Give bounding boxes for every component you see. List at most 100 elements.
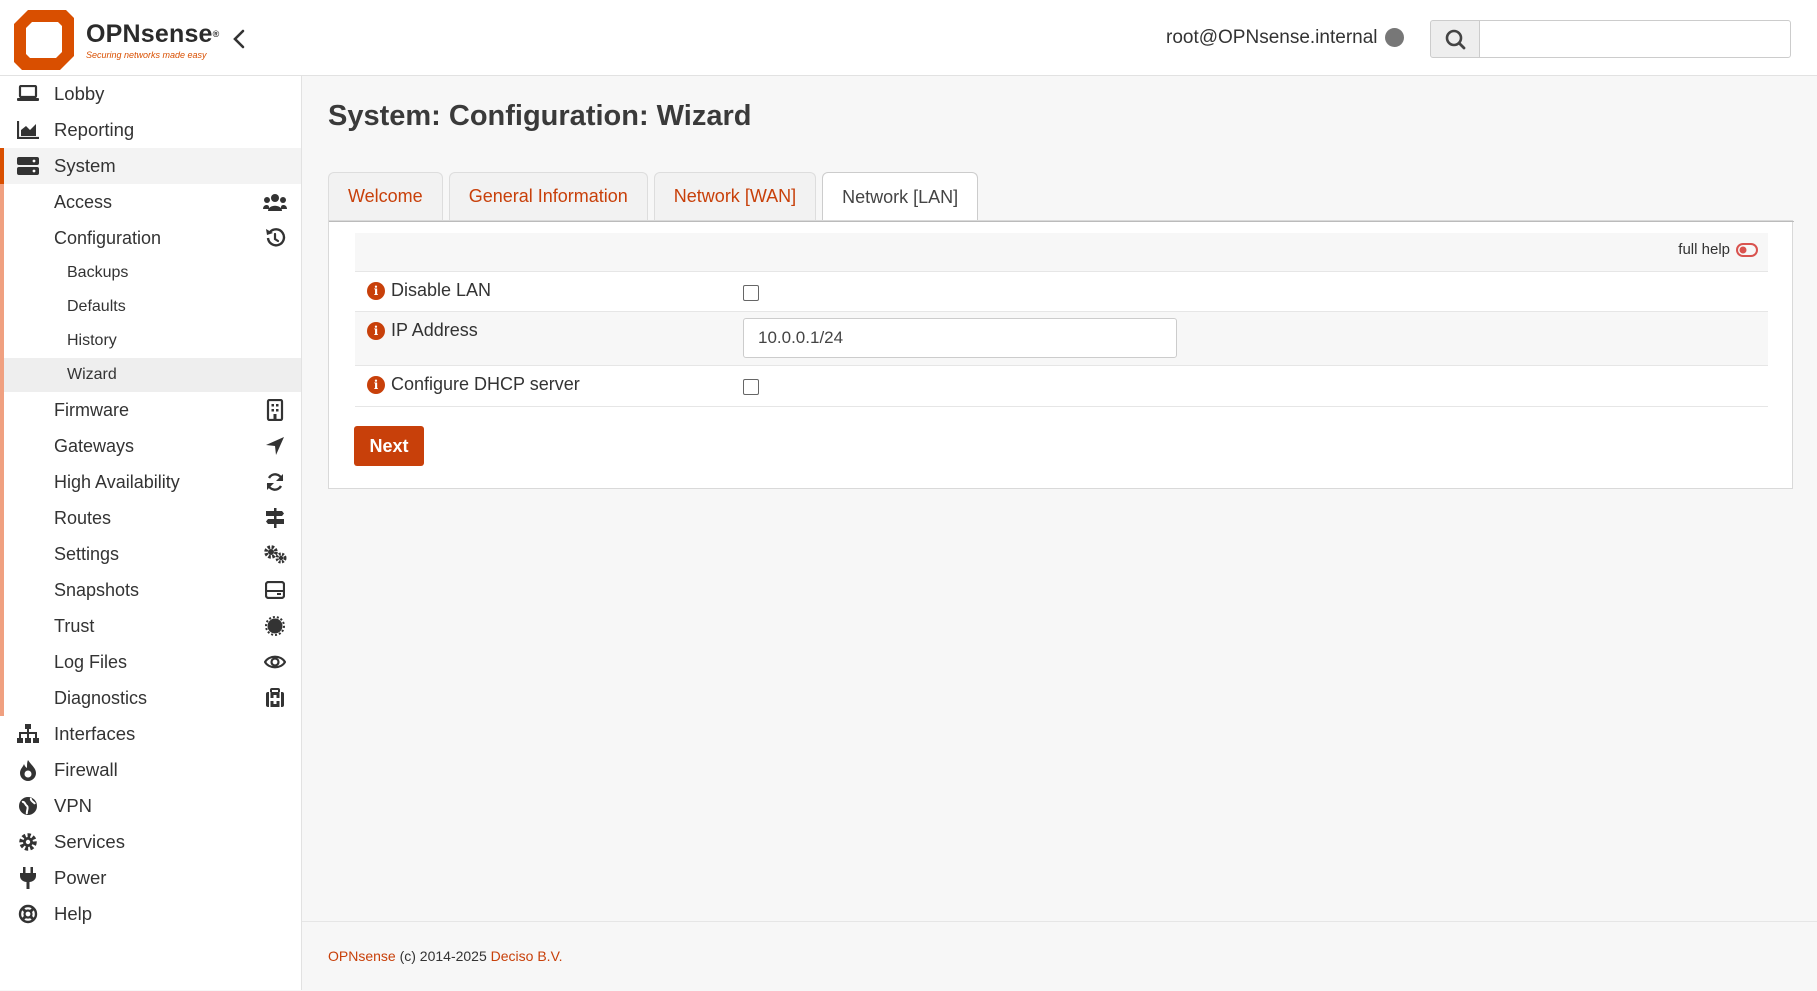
sidebar-item-reporting[interactable]: Reporting [0, 112, 301, 148]
wizard-tabs: Welcome General Information Network [WAN… [328, 172, 984, 221]
field-label: i IP Address [367, 320, 478, 341]
sidebar-item-history[interactable]: History [4, 324, 301, 358]
sidebar-item-high-availability[interactable]: High Availability [4, 464, 301, 500]
sidebar-item-gateways[interactable]: Gateways [4, 428, 301, 464]
sidebar-item-settings[interactable]: Settings [4, 536, 301, 572]
signs-icon [263, 506, 287, 530]
sidebar-item-services[interactable]: Services [0, 824, 301, 860]
sidebar-item-label: System [54, 155, 116, 176]
sidebar-item-diagnostics[interactable]: Diagnostics [4, 680, 301, 716]
form-row-dhcp: i Configure DHCP server [355, 365, 1768, 407]
sidebar-item-label: Settings [54, 543, 120, 564]
info-icon[interactable]: i [367, 281, 385, 300]
status-indicator[interactable] [1385, 28, 1404, 47]
footer: OPNsense (c) 2014-2025 Deciso B.V. [302, 921, 1817, 991]
hdd-icon [263, 578, 287, 602]
laptop-icon [16, 82, 40, 106]
plug-icon [16, 866, 40, 890]
sidebar-item-snapshots[interactable]: Snapshots [4, 572, 301, 608]
next-button[interactable]: Next [354, 426, 424, 466]
sidebar-item-label: Power [54, 867, 107, 888]
medkit-icon [263, 686, 287, 710]
footer-text: OPNsense (c) 2014-2025 Deciso B.V. [328, 948, 563, 964]
disable-lan-checkbox[interactable] [743, 285, 759, 301]
opnsense-link[interactable]: OPNsense [328, 948, 396, 964]
sidebar-item-firewall[interactable]: Firewall [0, 752, 301, 788]
sidebar-item-help[interactable]: Help [0, 896, 301, 932]
search-icon [1445, 29, 1466, 50]
field-label: i Configure DHCP server [367, 374, 580, 395]
sitemap-icon [16, 722, 40, 746]
globe-icon [16, 794, 40, 818]
sidebar-item-label: Configuration [54, 227, 162, 248]
sidebar-item-interfaces[interactable]: Interfaces [0, 716, 301, 752]
tab-network-wan[interactable]: Network [WAN] [653, 172, 817, 220]
sidebar-item-power[interactable]: Power [0, 860, 301, 896]
search-input[interactable] [1479, 20, 1791, 58]
opnsense-logo[interactable] [14, 10, 74, 70]
cog-icon [16, 830, 40, 854]
cogs-icon [263, 542, 287, 566]
user-menu[interactable]: root@OPNsense.internal [1166, 27, 1378, 49]
sidebar-item-label: Diagnostics [54, 687, 148, 708]
deciso-link[interactable]: Deciso B.V. [491, 948, 563, 964]
sidebar-item-label: Firmware [54, 399, 129, 420]
brand-name: OPNsense [86, 20, 213, 48]
info-icon[interactable]: i [367, 321, 385, 340]
dhcp-label: Configure DHCP server [391, 374, 580, 394]
sidebar-item-configuration[interactable]: Configuration [4, 220, 301, 256]
sidebar-item-log-files[interactable]: Log Files [4, 644, 301, 680]
sidebar: Lobby Reporting System Access Configurat… [0, 76, 302, 990]
tab-general-information[interactable]: General Information [448, 172, 648, 220]
sidebar-item-system[interactable]: System [0, 148, 301, 184]
sidebar-item-label: History [67, 332, 117, 349]
full-help-label: full help [1678, 241, 1730, 258]
sidebar-item-lobby[interactable]: Lobby [0, 76, 301, 112]
disable-lan-label: Disable LAN [391, 280, 492, 300]
users-icon [263, 190, 287, 214]
building-icon [263, 398, 287, 422]
form-row-disable-lan: i Disable LAN [355, 271, 1768, 312]
sidebar-item-label: Gateways [54, 435, 135, 456]
sidebar-item-label: Routes [54, 507, 112, 528]
sidebar-item-trust[interactable]: Trust [4, 608, 301, 644]
help-row: full help [355, 233, 1768, 271]
sidebar-item-access[interactable]: Access [4, 184, 301, 220]
chevron-left-icon[interactable] [228, 26, 250, 52]
dhcp-checkbox[interactable] [743, 379, 759, 395]
fire-icon [16, 758, 40, 782]
sidebar-item-label: Lobby [54, 83, 105, 104]
brand[interactable]: OPNsense® Securing networks made easy [86, 20, 220, 61]
sidebar-item-label: Log Files [54, 651, 128, 672]
tab-welcome[interactable]: Welcome [328, 172, 443, 220]
form-row-ip-address: i IP Address [355, 311, 1768, 366]
ip-address-input[interactable] [743, 318, 1177, 358]
history-icon [263, 226, 287, 250]
sidebar-item-label: Backups [67, 264, 129, 281]
sidebar-item-vpn[interactable]: VPN [0, 788, 301, 824]
sidebar-item-label: Trust [54, 615, 95, 636]
refresh-icon [263, 470, 287, 494]
system-submenu: Access Configuration Backups Defaults Hi… [0, 184, 301, 716]
field-label: i Disable LAN [367, 280, 491, 301]
sidebar-item-label: Snapshots [54, 579, 140, 600]
sidebar-item-backups[interactable]: Backups [4, 256, 301, 290]
brand-registered-mark: ® [212, 29, 220, 39]
wizard-form-panel: full help i Disable LAN i IP Address i C… [328, 220, 1794, 489]
ip-address-label: IP Address [391, 320, 478, 340]
sidebar-item-defaults[interactable]: Defaults [4, 290, 301, 324]
sidebar-item-label: VPN [54, 795, 93, 816]
tab-network-lan[interactable]: Network [LAN] [822, 172, 979, 221]
sidebar-item-firmware[interactable]: Firmware [4, 392, 301, 428]
sidebar-item-routes[interactable]: Routes [4, 500, 301, 536]
life-ring-icon [16, 902, 40, 926]
search-button[interactable] [1430, 20, 1480, 58]
sidebar-item-label: Access [54, 191, 113, 212]
full-help-toggle[interactable]: full help [1678, 241, 1758, 258]
info-icon[interactable]: i [367, 375, 385, 394]
sidebar-item-wizard[interactable]: Wizard [4, 358, 301, 392]
sidebar-item-label: Firewall [54, 759, 118, 780]
location-arrow-icon [263, 434, 287, 458]
sidebar-item-label: Help [54, 903, 93, 924]
sidebar-item-label: High Availability [54, 471, 180, 492]
